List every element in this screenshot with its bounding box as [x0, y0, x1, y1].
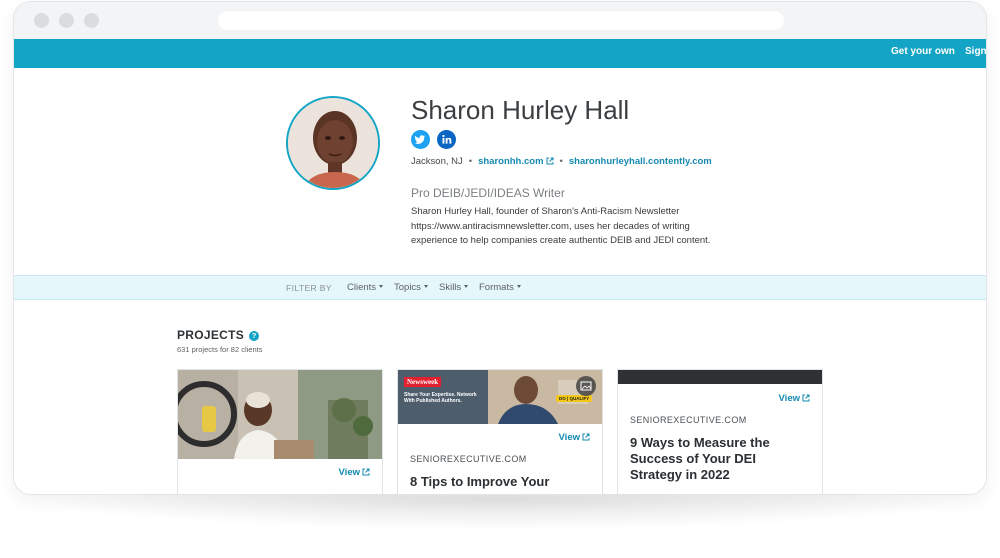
- avatar: [286, 96, 380, 190]
- caret-down-icon: [464, 285, 469, 288]
- website-label: sharonhh.com: [478, 156, 544, 167]
- window-control-close[interactable]: [34, 13, 49, 28]
- external-link-icon: [582, 433, 590, 441]
- view-link[interactable]: View: [559, 432, 590, 443]
- external-link-icon: [362, 468, 370, 476]
- caret-down-icon: [379, 285, 384, 288]
- external-link-icon: [546, 157, 554, 165]
- filter-clients-dropdown[interactable]: Clients: [347, 282, 384, 293]
- location: Jackson, NJ: [411, 156, 463, 167]
- portfolio-link[interactable]: sharonhurleyhall.contently.com: [569, 156, 712, 167]
- projects-heading: PROJECTS: [177, 328, 245, 342]
- get-your-own-link[interactable]: Get your own: [891, 46, 955, 57]
- view-label: View: [558, 432, 580, 443]
- projects-count: 631 projects for 82 clients: [177, 345, 263, 354]
- view-label: View: [338, 467, 360, 478]
- filter-option-label: Topics: [394, 282, 421, 293]
- profile-tagline: Pro DEIB/JEDI/IDEAS Writer: [411, 186, 565, 200]
- project-title[interactable]: 8 Tips to Improve Your: [410, 474, 590, 490]
- image-icon: [576, 376, 596, 396]
- project-card[interactable]: View: [177, 369, 383, 494]
- view-label: View: [778, 393, 800, 404]
- caret-down-icon: [516, 285, 521, 288]
- profile-page: Sharon Hurley Hall Jackson, NJ • sharonhh.…: [14, 68, 986, 494]
- project-thumbnail: [618, 370, 822, 384]
- filter-topics-dropdown[interactable]: Topics: [394, 282, 428, 293]
- view-link[interactable]: View: [779, 393, 810, 404]
- thumbnail-headline: Share Your Expertise. Network With Publi…: [404, 392, 477, 404]
- thumbnail-badge: DO | QUALIFY: [556, 395, 593, 402]
- separator-dot: •: [559, 156, 563, 167]
- filter-option-label: Skills: [439, 282, 462, 293]
- project-source: SENIOREXECUTIVE.COM: [630, 415, 747, 425]
- filter-label: FILTER BY: [286, 283, 332, 293]
- profile-bio: Sharon Hurley Hall, founder of Sharon's …: [411, 206, 711, 246]
- newsweek-logo: Newsweek: [404, 377, 442, 387]
- filter-option-label: Formats: [479, 282, 514, 293]
- address-bar[interactable]: [218, 11, 784, 30]
- stage: Get your own Sign Sharon Hurley Hall Jac…: [0, 0, 1000, 558]
- project-thumbnail: [178, 370, 382, 459]
- filter-skills-dropdown[interactable]: Skills: [439, 282, 469, 293]
- project-card[interactable]: View SENIOREXECUTIVE.COM 9 Ways to Measu…: [617, 369, 823, 494]
- window-control-minimize[interactable]: [59, 13, 74, 28]
- browser-window: Get your own Sign Sharon Hurley Hall Jac…: [13, 1, 987, 495]
- avatar-photo: [288, 98, 378, 188]
- linkedin-icon[interactable]: [437, 130, 456, 149]
- project-source: SENIOREXECUTIVE.COM: [410, 454, 527, 464]
- website-link[interactable]: sharonhh.com: [478, 156, 554, 167]
- filter-bar: FILTER BY Clients Topics Skills Formats: [14, 275, 986, 300]
- separator-dot: •: [468, 156, 473, 167]
- twitter-icon[interactable]: [411, 130, 430, 149]
- window-control-maximize[interactable]: [84, 13, 99, 28]
- browser-chrome: [14, 2, 986, 39]
- view-link[interactable]: View: [339, 467, 370, 478]
- profile-meta: Jackson, NJ • sharonhh.com • sharonhurleyhal…: [411, 156, 712, 167]
- sign-in-link[interactable]: Sign: [965, 46, 986, 57]
- project-title[interactable]: 9 Ways to Measure the Success of Your DE…: [630, 435, 810, 483]
- filter-option-label: Clients: [347, 282, 377, 293]
- help-icon[interactable]: ?: [249, 331, 259, 341]
- caret-down-icon: [423, 285, 428, 288]
- project-card[interactable]: Newsweek Share Your Expertise. Network W…: [397, 369, 603, 494]
- top-nav-bar: Get your own Sign: [14, 39, 986, 68]
- filter-formats-dropdown[interactable]: Formats: [479, 282, 521, 293]
- project-thumbnail: Newsweek Share Your Expertise. Network W…: [398, 370, 602, 424]
- external-link-icon: [802, 394, 810, 402]
- profile-name: Sharon Hurley Hall: [411, 95, 630, 125]
